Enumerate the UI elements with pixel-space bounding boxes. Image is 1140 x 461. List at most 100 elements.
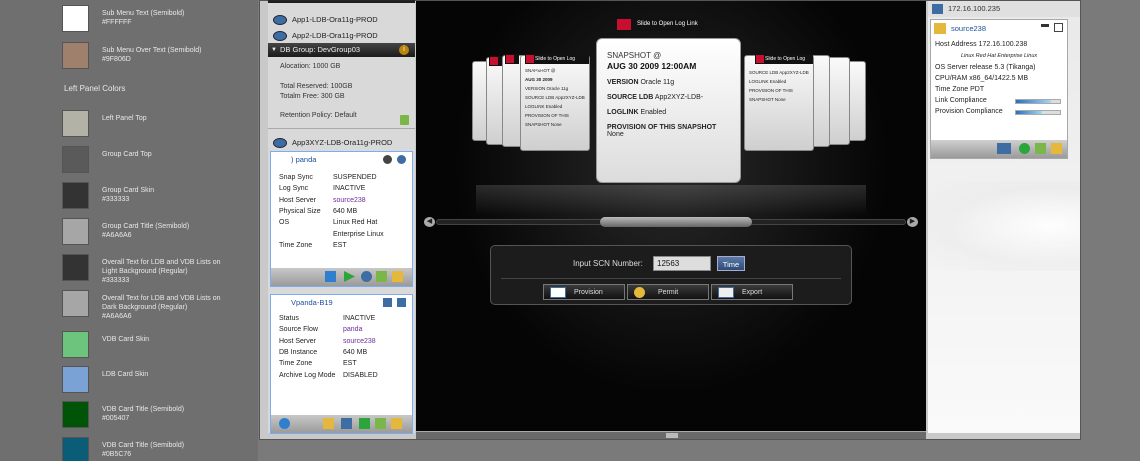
row-value: Enterprise Linux bbox=[333, 230, 384, 238]
app-label: App2-LDB-Ora11g-PROD bbox=[292, 31, 378, 40]
bar-fill bbox=[1016, 100, 1052, 103]
edit-icon[interactable] bbox=[1054, 23, 1063, 32]
scn-label: Input SCN Number: bbox=[573, 259, 643, 268]
swatch-color bbox=[62, 401, 89, 428]
scn-input[interactable] bbox=[653, 256, 711, 271]
swatch-sub-menu-text bbox=[62, 5, 89, 32]
swatch-color bbox=[62, 218, 89, 245]
swatch-title: Group Card Title (Semibold) bbox=[102, 223, 190, 230]
card-title-text: source238 bbox=[951, 24, 987, 33]
swatch-color bbox=[62, 110, 89, 137]
swatch-hex: #9F806D bbox=[102, 56, 131, 63]
slide-tag: Slide to Open Log Link bbox=[755, 54, 813, 72]
info-icon[interactable]: i bbox=[399, 45, 409, 55]
loglink-value: Enabled bbox=[640, 109, 667, 116]
sync-icon[interactable] bbox=[1019, 143, 1030, 154]
provision-value: None bbox=[607, 131, 624, 138]
slider-left-arrow[interactable]: ◀ bbox=[424, 217, 435, 227]
vdb-add-icon[interactable] bbox=[997, 143, 1011, 154]
export-button[interactable]: Export bbox=[711, 284, 793, 300]
card-toolbar bbox=[931, 140, 1067, 158]
app-window: App1-LDB-Ora11g-PROD App2-LDB-Ora11g-PRO… bbox=[259, 0, 1081, 440]
row-value: SUSPENDED bbox=[333, 174, 377, 181]
swatch-color bbox=[62, 146, 89, 173]
row-value[interactable]: source238 bbox=[343, 338, 376, 345]
snapshot-icon[interactable] bbox=[341, 418, 352, 429]
arrow-right-icon bbox=[617, 19, 631, 30]
key-icon bbox=[634, 287, 645, 298]
vdb-icon bbox=[932, 4, 943, 14]
slider-thumb[interactable] bbox=[600, 217, 752, 227]
link-icon[interactable] bbox=[361, 271, 372, 282]
time-button[interactable]: Time bbox=[717, 256, 745, 271]
db-group-bar[interactable]: ▼ DB Group: DevGroup03 i bbox=[268, 43, 415, 57]
sync-icon[interactable] bbox=[359, 418, 370, 429]
refresh-icon[interactable] bbox=[397, 298, 406, 307]
export-icon bbox=[718, 287, 734, 298]
row-value: EST bbox=[343, 360, 357, 368]
app-list-item[interactable]: App1-LDB-Ora11g-PROD bbox=[268, 13, 415, 27]
snapshot-card-back[interactable]: Slide to Open Log Link SOURCE LDB App2XY… bbox=[744, 54, 814, 151]
snapshot-date: AUG 30 2009 12:00AM bbox=[607, 61, 697, 71]
swatch-title: VDB Card Title (Semibold) bbox=[102, 406, 185, 413]
trash-icon[interactable] bbox=[375, 418, 386, 429]
bar-fill bbox=[1016, 111, 1043, 114]
snapshot-card-back[interactable]: Slide to Open Log Link SNAPSHOT @ AUG 30… bbox=[520, 54, 590, 151]
swatch-hex: #333333 bbox=[102, 277, 130, 284]
play-icon[interactable] bbox=[344, 271, 355, 282]
slide-tag bbox=[489, 56, 503, 66]
trash-icon[interactable] bbox=[1035, 143, 1046, 154]
slider-right-arrow[interactable]: ▶ bbox=[907, 217, 918, 227]
swatch-title: Group Card Skin bbox=[102, 187, 155, 194]
color-legend-panel: Sub Menu Text (Semibold) #FFFFFF Sub Men… bbox=[0, 0, 258, 461]
swatch-label: VDB Card Title (Semibold) #0B5C76 bbox=[102, 441, 222, 459]
minimize-icon[interactable] bbox=[383, 155, 392, 164]
row-key: Status bbox=[279, 315, 299, 322]
trash-icon[interactable] bbox=[376, 271, 387, 282]
refresh-icon[interactable] bbox=[397, 155, 406, 164]
app-list-item[interactable]: App3XYZ-LDB-Ora11g-PROD bbox=[268, 136, 415, 150]
group-title: DB Group: DevGroup03 bbox=[280, 45, 361, 54]
snapshot-card[interactable]: SNAPSHOT @ AUG 30 2009 12:00AM VERSION O… bbox=[596, 38, 741, 183]
slide-tag: Slide to Open Log Link bbox=[525, 54, 589, 72]
row-value[interactable]: panda bbox=[343, 326, 362, 333]
snapshot-icon[interactable] bbox=[325, 271, 336, 282]
swatch-label: Left Panel Top bbox=[102, 114, 222, 123]
provision-label: Provision bbox=[574, 289, 603, 296]
row-value[interactable]: source238 bbox=[333, 197, 366, 204]
minimize-icon[interactable] bbox=[1041, 24, 1049, 27]
trash-icon[interactable] bbox=[400, 115, 409, 125]
slide-to-open-log-link[interactable]: Slide to Open Log Link bbox=[615, 18, 704, 31]
snapshot-slider[interactable]: ◀ ▶ bbox=[424, 217, 918, 227]
swatch-label: VDB Card Skin bbox=[102, 335, 222, 344]
mini-line: SOURCE LDB App2XYZ-LDB bbox=[525, 95, 585, 100]
os-subtitle: Linux Red Hat Enterprise Linux bbox=[961, 53, 1038, 59]
edit-icon[interactable] bbox=[392, 271, 403, 282]
provision-button[interactable]: Provision bbox=[543, 284, 625, 300]
app-list-item[interactable]: App2-LDB-Ora11g-PROD bbox=[268, 29, 415, 43]
info-icon[interactable] bbox=[279, 418, 290, 429]
permit-button[interactable]: Permit bbox=[627, 284, 709, 300]
vdb-icon[interactable] bbox=[383, 298, 392, 307]
link-compliance-label: Link Compliance bbox=[935, 97, 987, 104]
swatch-label: Group Card Skin #333333 bbox=[102, 186, 222, 204]
swatch-sub-menu-over bbox=[62, 42, 89, 69]
row-key: Host Server bbox=[279, 196, 316, 204]
decorative-swirl bbox=[928, 181, 1080, 271]
swatch-title: LDB Card Skin bbox=[102, 371, 149, 378]
edit-icon[interactable] bbox=[391, 418, 402, 429]
host-ip-row[interactable]: 172.16.100.235 bbox=[928, 1, 1080, 17]
retention-text: Retention Policy: Default bbox=[280, 112, 357, 119]
edit-icon[interactable] bbox=[1051, 143, 1062, 154]
total-reserved-text: Total Reserved: 100GB bbox=[280, 83, 353, 90]
database-icon bbox=[273, 15, 287, 25]
vdb-card-vpanda: Vpanda-B19 Status INACTIVE Source Flow pand… bbox=[270, 294, 413, 434]
app-label: App1-LDB-Ora11g-PROD bbox=[292, 15, 378, 24]
swatch-label: VDB Card Title (Semibold) #005407 bbox=[102, 405, 222, 423]
bottom-scrollbar[interactable] bbox=[416, 431, 926, 439]
snapshot-label: SNAPSHOT @ bbox=[607, 51, 662, 60]
row-key: Time Zone bbox=[279, 241, 313, 249]
folder-icon[interactable] bbox=[323, 418, 334, 429]
swatch-title: Sub Menu Text (Semibold) bbox=[102, 10, 185, 17]
reflection bbox=[476, 185, 866, 215]
